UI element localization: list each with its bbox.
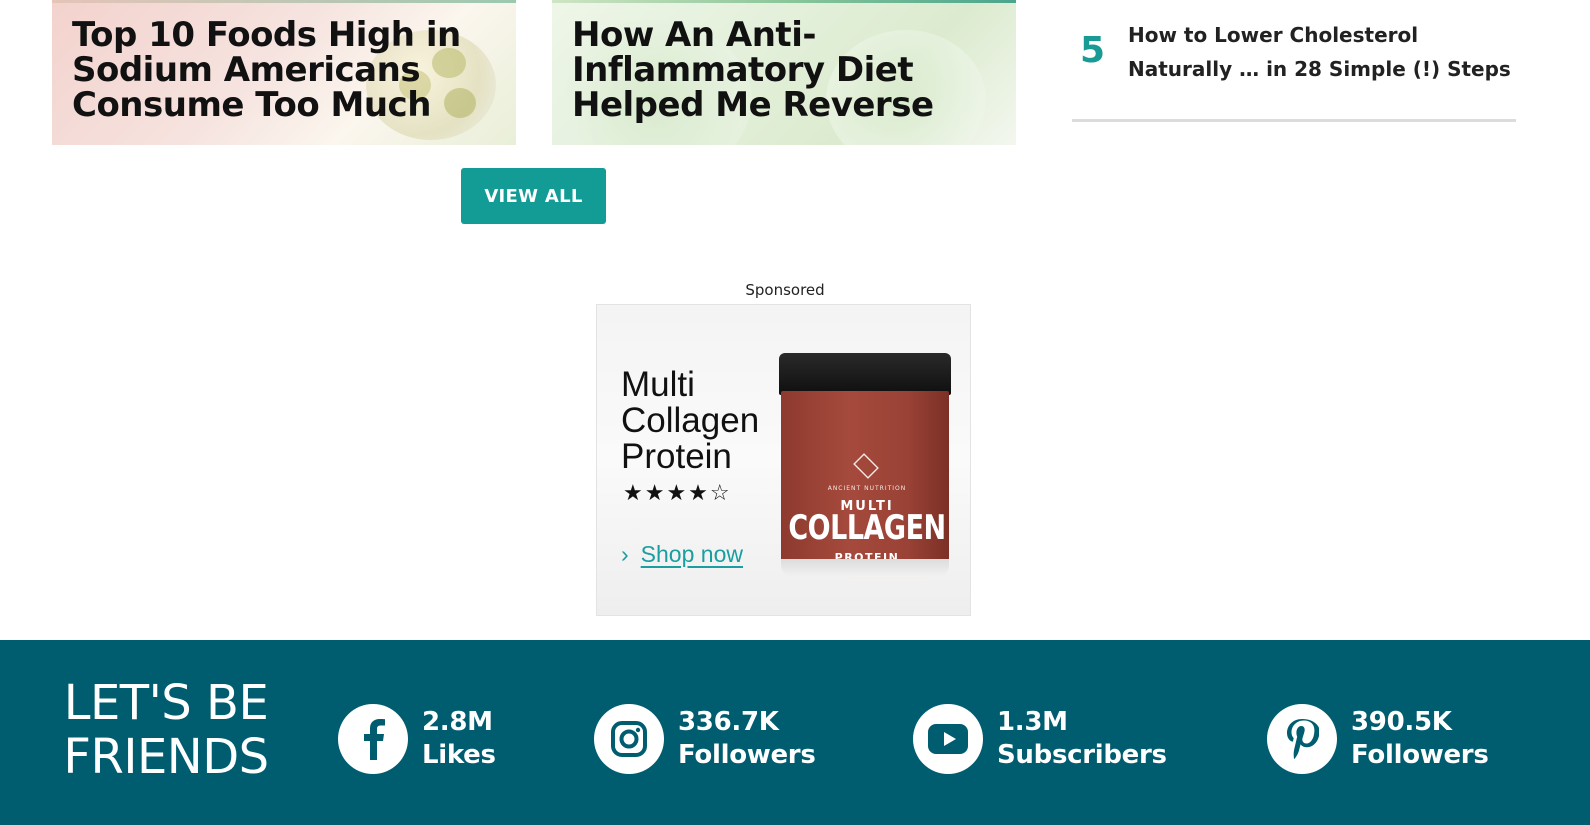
product-image: ANCIENT NUTRITION MULTI COLLAGEN PROTEIN… <box>779 353 951 581</box>
social-label: Followers <box>678 740 816 770</box>
product-lid <box>779 353 951 395</box>
social-count: 1.3M <box>997 707 1068 737</box>
product-line2: COLLAGEN <box>788 509 946 548</box>
shop-now-link[interactable]: › Shop now <box>621 541 743 568</box>
pinterest-icon[interactable] <box>1267 704 1337 774</box>
social-youtube[interactable]: 1.3M Subscribers <box>913 704 1167 774</box>
popular-item-title[interactable]: How to Lower Cholesterol Naturally … in … <box>1128 18 1518 86</box>
article-card[interactable]: How An Anti-Inflammatory Diet Helped Me … <box>552 0 1016 145</box>
social-label: Followers <box>1351 740 1489 770</box>
brand-logo-icon <box>853 453 879 479</box>
view-all-button[interactable]: VIEW ALL <box>461 168 606 224</box>
social-count: 390.5K <box>1351 707 1452 737</box>
instagram-icon[interactable] <box>594 704 664 774</box>
product-base <box>781 559 949 577</box>
social-label: Likes <box>422 740 496 770</box>
ad-headline: Multi Collagen Protein <box>621 365 760 476</box>
social-facebook[interactable]: 2.8M Likes <box>338 704 496 774</box>
facebook-icon[interactable] <box>338 704 408 774</box>
social-bar: LET'S BE FRIENDS 2.8M Likes 336.7K Follo… <box>0 640 1590 825</box>
popular-item-number: 5 <box>1080 30 1106 71</box>
sponsored-label: Sponsored <box>745 281 825 299</box>
youtube-icon[interactable] <box>913 704 983 774</box>
social-label: Subscribers <box>997 740 1167 770</box>
chevron-right-icon: › <box>621 541 629 567</box>
social-pinterest[interactable]: 390.5K Followers <box>1267 704 1489 774</box>
shop-now-label[interactable]: Shop now <box>641 541 743 567</box>
article-title[interactable]: Top 10 Foods High in Sodium Americans Co… <box>72 18 492 123</box>
product-label: ANCIENT NUTRITION MULTI COLLAGEN PROTEIN… <box>781 391 949 579</box>
popular-list-item[interactable]: 5 How to Lower Cholesterol Naturally … i… <box>1072 16 1516 122</box>
article-card[interactable]: Top 10 Foods High in Sodium Americans Co… <box>52 0 516 145</box>
social-count: 336.7K <box>678 707 779 737</box>
social-count: 2.8M <box>422 707 493 737</box>
rating-stars: ★★★★☆ <box>623 481 732 506</box>
social-title: LET'S BE FRIENDS <box>63 675 269 785</box>
article-title[interactable]: How An Anti-Inflammatory Diet Helped Me … <box>572 18 992 123</box>
sponsored-ad[interactable]: Multi Collagen Protein ★★★★☆ › Shop now A… <box>596 304 971 616</box>
social-instagram[interactable]: 336.7K Followers <box>594 704 816 774</box>
product-brand: ANCIENT NUTRITION <box>827 485 907 492</box>
